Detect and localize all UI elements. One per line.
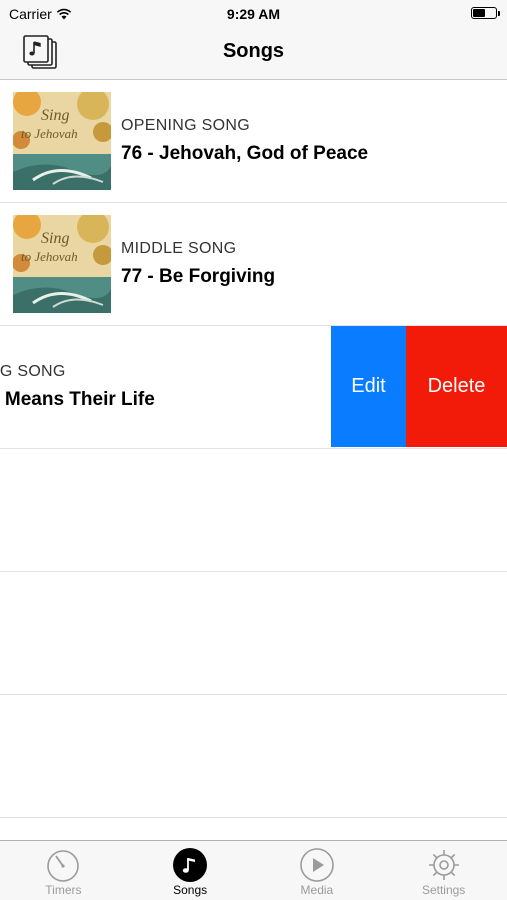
song-list: Sing to Jehovah OPENING SONG 76 - Jehova… [0, 80, 507, 818]
tab-label: Settings [421, 883, 466, 897]
tab-label: Songs [173, 883, 208, 897]
song-row-middle[interactable]: Sing to Jehovah MIDDLE SONG 77 - Be Forg… [0, 203, 507, 326]
tab-media[interactable]: Media [254, 841, 381, 900]
battery-level [473, 9, 485, 17]
svg-text:to Jehovah: to Jehovah [21, 249, 78, 264]
music-note-icon [173, 848, 208, 882]
song-slot-label: NG SONG [0, 363, 66, 380]
album-cover: Sing to Jehovah [13, 215, 111, 313]
tab-songs[interactable]: Songs [127, 841, 254, 900]
album-cover: Sing to Jehovah [13, 92, 111, 190]
song-title: It Means Their Life [0, 389, 155, 410]
svg-text:Sing: Sing [41, 107, 69, 124]
song-text: OPENING SONG 76 - Jehovah, God of Peace [121, 117, 368, 165]
navigation-bar: Songs [0, 28, 507, 80]
delete-button[interactable]: Delete [406, 326, 507, 447]
song-slot-label: MIDDLE SONG [121, 240, 237, 257]
song-row-opening[interactable]: Sing to Jehovah OPENING SONG 76 - Jehova… [0, 80, 507, 203]
battery-icon [471, 7, 500, 19]
tab-bar: Timers Songs Media Settings [0, 840, 507, 900]
tab-timers[interactable]: Timers [0, 841, 127, 900]
page-title: Songs [222, 40, 285, 62]
status-time: 9:29 AM [226, 6, 281, 22]
timer-icon [47, 850, 80, 882]
gear-icon [428, 850, 459, 880]
song-text: NG SONG It Means Their Life [0, 363, 155, 411]
tab-label: Timers [45, 883, 82, 897]
tab-label: Media [300, 883, 334, 897]
empty-row [0, 449, 507, 572]
empty-row [0, 572, 507, 695]
empty-row [0, 695, 507, 818]
swipe-actions: Edit Delete [331, 326, 507, 447]
song-slot-label: OPENING SONG [121, 117, 250, 134]
svg-text:Sing: Sing [41, 230, 69, 247]
edit-button[interactable]: Edit [331, 326, 406, 447]
tab-settings[interactable]: Settings [380, 841, 507, 900]
play-icon [300, 848, 334, 882]
song-row-closing[interactable]: NG SONG It Means Their Life Edit Delete [0, 326, 507, 449]
svg-text:to Jehovah: to Jehovah [21, 126, 78, 141]
song-title: 77 - Be Forgiving [121, 266, 276, 287]
status-bar: Carrier 9:29 AM [0, 0, 507, 28]
song-title: 76 - Jehovah, God of Peace [121, 143, 369, 164]
song-text: MIDDLE SONG 77 - Be Forgiving [121, 240, 275, 288]
